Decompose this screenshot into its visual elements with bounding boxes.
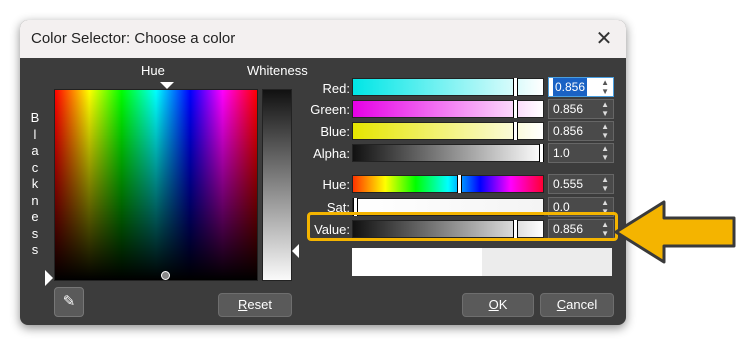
close-icon[interactable]: ✕: [592, 27, 616, 51]
picker-cursor-icon[interactable]: [161, 271, 170, 280]
blackness-letter: a: [31, 143, 39, 158]
red-value[interactable]: 0.856: [553, 78, 588, 96]
green-spinbox[interactable]: 0.856 ▲ ▼: [548, 99, 614, 119]
cancel-mnemonic: C: [556, 297, 567, 312]
title-bar: Color Selector: Choose a color ✕: [20, 20, 626, 58]
slider-thumb[interactable]: [539, 144, 544, 162]
green-slider[interactable]: [352, 100, 544, 118]
reset-label: eset: [247, 297, 272, 312]
hue-spinbox[interactable]: 0.555 ▲ ▼: [548, 174, 614, 194]
hue-label: Hue: [141, 63, 165, 78]
reset-button[interactable]: Reset: [218, 293, 292, 317]
hue-value[interactable]: 0.555: [553, 175, 583, 193]
alpha-slider[interactable]: [352, 144, 544, 162]
spinner-arrows-icon[interactable]: ▲ ▼: [601, 175, 609, 193]
color-selector-dialog: Color Selector: Choose a color ✕ Hue Whi…: [20, 20, 626, 325]
whiteness-slider[interactable]: [262, 89, 292, 281]
blue-spinbox[interactable]: 0.856 ▲ ▼: [548, 121, 614, 141]
slider-thumb[interactable]: [513, 78, 518, 96]
blackness-letter: s: [31, 242, 39, 257]
current-color-swatch: [352, 248, 482, 276]
blackness-letter: k: [31, 176, 39, 191]
blackness-letter: s: [31, 225, 39, 241]
cancel-label: ancel: [566, 297, 598, 312]
previous-color-swatch: [482, 248, 612, 276]
blackness-label: B l a c k n e s s: [28, 110, 42, 259]
whiteness-label: Whiteness: [247, 63, 308, 78]
spinner-arrows-icon[interactable]: ▲ ▼: [601, 144, 609, 162]
whiteness-marker-icon[interactable]: [292, 244, 299, 258]
hue-blackness-picker[interactable]: [54, 89, 258, 281]
slider-thumb[interactable]: [513, 100, 518, 118]
callout-arrow-icon: [614, 200, 736, 264]
blackness-letter: e: [31, 209, 39, 224]
value-row-highlight: [307, 212, 618, 241]
slider-thumb[interactable]: [513, 122, 518, 140]
ok-mnemonic: O: [488, 297, 499, 312]
red-label: Red:: [322, 81, 350, 96]
alpha-spinbox[interactable]: 1.0 ▲ ▼: [548, 143, 614, 163]
blue-value[interactable]: 0.856: [553, 122, 583, 140]
blue-slider[interactable]: [352, 122, 544, 140]
blackness-letter: l: [33, 126, 37, 142]
red-spinbox[interactable]: 0.856 ▲ ▼: [548, 77, 614, 97]
slider-thumb[interactable]: [457, 175, 462, 193]
hue-marker-icon[interactable]: [160, 82, 174, 89]
dialog-title: Color Selector: Choose a color: [31, 30, 236, 47]
alpha-label: Alpha:: [313, 146, 350, 161]
reset-mnemonic: R: [238, 297, 248, 312]
hue-slider[interactable]: [352, 175, 544, 193]
blackness-letter: n: [31, 192, 39, 208]
hue-channel-label: Hue:: [322, 177, 350, 192]
eyedropper-icon[interactable]: ✎: [54, 287, 84, 317]
green-label: Green:: [310, 102, 350, 117]
ok-label: K: [498, 297, 508, 312]
blackness-letter: B: [30, 110, 40, 125]
spinner-arrows-icon[interactable]: ▲ ▼: [601, 122, 609, 140]
blackness-letter: c: [31, 159, 39, 175]
cancel-button[interactable]: Cancel: [540, 293, 614, 317]
spinner-arrows-icon[interactable]: ▲ ▼: [601, 78, 609, 96]
alpha-value[interactable]: 1.0: [553, 144, 570, 162]
red-slider[interactable]: [352, 78, 544, 96]
ok-button[interactable]: OK: [462, 293, 534, 317]
blackness-marker-icon[interactable]: [45, 270, 53, 286]
spinner-arrows-icon[interactable]: ▲ ▼: [601, 100, 609, 118]
green-value[interactable]: 0.856: [553, 100, 583, 118]
blue-label: Blue:: [320, 124, 350, 139]
